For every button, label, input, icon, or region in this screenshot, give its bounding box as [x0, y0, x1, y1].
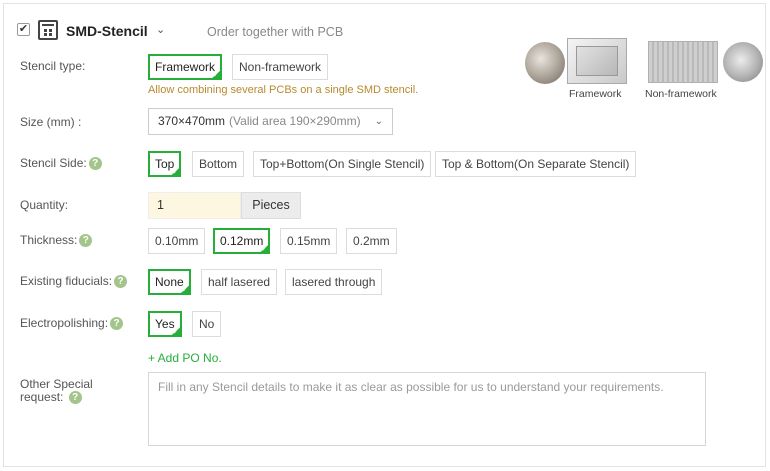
- help-icon[interactable]: ?: [110, 317, 124, 331]
- thickness-0-10mm[interactable]: 0.10mm: [148, 228, 206, 254]
- non-framework-closeup-image: [723, 42, 763, 82]
- stencil-type-non-framework[interactable]: Non-framework: [232, 54, 329, 80]
- stencil-type-thumbnails: Framework Non-framework: [522, 38, 763, 104]
- help-icon[interactable]: ?: [79, 234, 93, 248]
- section-title: SMD-Stencil: [66, 23, 148, 39]
- fiducials-lasered-through[interactable]: lasered through: [285, 269, 383, 295]
- stencil-type-label: Stencil type:: [20, 59, 86, 73]
- thickness-0-2mm[interactable]: 0.2mm: [346, 228, 397, 254]
- fiducials-none[interactable]: None: [148, 269, 191, 295]
- quantity-unit: Pieces: [241, 192, 301, 219]
- size-select[interactable]: 370×470mm (Valid area 190×290mm) ⌄: [148, 108, 393, 135]
- help-icon[interactable]: ?: [114, 275, 128, 289]
- size-label: Size (mm) :: [20, 115, 82, 129]
- non-framework-caption: Non-framework: [645, 88, 717, 100]
- stencil-side-bottom[interactable]: Bottom: [192, 151, 245, 177]
- quantity-label: Quantity:: [20, 198, 69, 212]
- fiducials-label: Existing fiducials:?: [20, 274, 128, 289]
- stencil-type-framework[interactable]: Framework: [148, 54, 223, 80]
- electropolishing-yes[interactable]: Yes: [148, 311, 182, 337]
- framework-caption: Framework: [569, 88, 622, 100]
- thickness-label: Thickness:?: [20, 233, 93, 248]
- add-po-link[interactable]: + Add PO No.: [148, 351, 222, 365]
- stencil-side-top[interactable]: Top: [148, 151, 182, 177]
- stencil-icon: [38, 20, 58, 40]
- fiducials-half-lasered[interactable]: half lasered: [201, 269, 278, 295]
- electropolishing-no[interactable]: No: [192, 311, 222, 337]
- non-framework-stencil-image: [648, 41, 718, 83]
- quantity-input[interactable]: 1: [148, 192, 241, 219]
- thickness-0-12mm[interactable]: 0.12mm: [213, 228, 271, 254]
- stencil-side-label: Stencil Side:?: [20, 156, 102, 171]
- section-subtitle: Order together with PCB: [207, 25, 344, 39]
- special-request-label: Other Special request: ?: [20, 377, 93, 405]
- smd-stencil-checkbox[interactable]: ✔: [17, 23, 30, 36]
- framework-stencil-image: [567, 38, 627, 84]
- size-value: 370×470mm: [158, 114, 226, 128]
- help-icon[interactable]: ?: [68, 391, 82, 405]
- stencil-side-top-bottom-single[interactable]: Top+Bottom(On Single Stencil): [253, 151, 432, 177]
- framework-closeup-image: [525, 42, 565, 84]
- stencil-type-hint: Allow combining several PCBs on a single…: [148, 84, 419, 96]
- help-icon[interactable]: ?: [88, 157, 102, 171]
- size-valid-area: (Valid area 190×290mm): [229, 114, 361, 128]
- chevron-down-icon: ⌄: [374, 116, 383, 127]
- chevron-down-icon[interactable]: ⌄: [156, 23, 165, 36]
- stencil-side-top-bottom-separate[interactable]: Top & Bottom(On Separate Stencil): [435, 151, 637, 177]
- special-request-textarea[interactable]: Fill in any Stencil details to make it a…: [148, 372, 706, 446]
- electropolishing-label: Electropolishing:?: [20, 316, 124, 331]
- thickness-0-15mm[interactable]: 0.15mm: [280, 228, 338, 254]
